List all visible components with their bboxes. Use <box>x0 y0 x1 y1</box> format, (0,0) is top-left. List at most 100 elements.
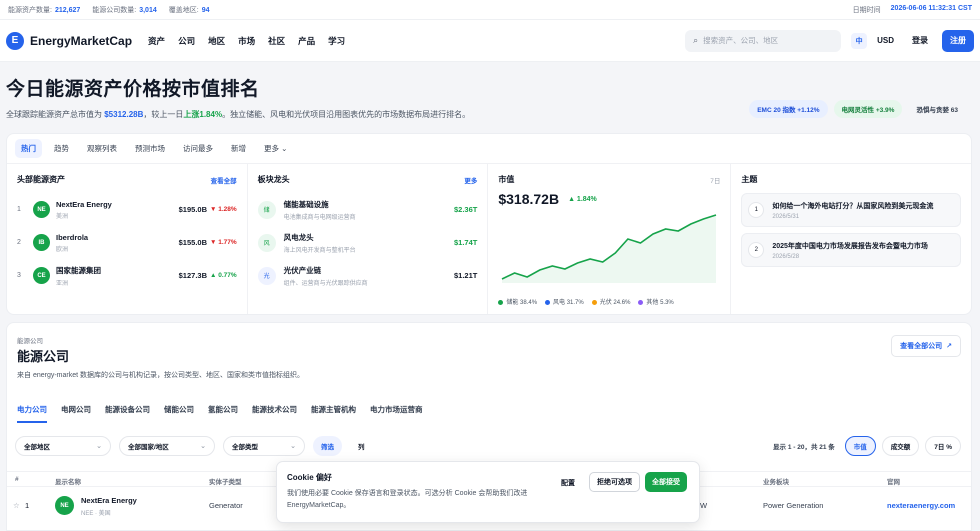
company-name[interactable]: NextEra Energy <box>81 496 137 505</box>
overview-tabs: 热门 趋势 观察列表 预测市场 访问最多 新增 更多 ⌄ <box>7 134 971 164</box>
company-type: Generator <box>209 501 243 510</box>
col-sector[interactable]: 业务板块 <box>763 476 789 486</box>
tab-more[interactable]: 更多 ⌄ <box>258 139 293 158</box>
top-assets-title: 头部能源资产 <box>17 175 65 184</box>
tab-storage-companies[interactable]: 储能公司 <box>164 404 194 423</box>
sector-value: $2.36T <box>453 205 478 214</box>
cookie-configure-button[interactable]: 配置 <box>561 478 575 488</box>
login-button[interactable]: 登录 <box>912 35 928 46</box>
view-controls: 显示 1 - 20，共 21 条 市值 成交额 7日 % <box>773 436 961 456</box>
nav-link-products[interactable]: 产品 <box>298 35 315 47</box>
nav-link-community[interactable]: 社区 <box>268 35 285 47</box>
asset-name: 国家能源集团 <box>56 265 101 275</box>
cookie-title: Cookie 偏好 <box>287 473 332 482</box>
tab-trending[interactable]: 趋势 <box>48 139 75 158</box>
type-select[interactable]: 全部类型 ⌄ <box>223 436 305 456</box>
list-item[interactable]: 1 NE NextEra Energy 美洲 $195.0B ▼ 1.28% <box>17 193 237 226</box>
sector-leaders-more[interactable]: 更多 <box>464 175 477 185</box>
asset-change: ▼ 1.28% <box>210 206 237 213</box>
col-type[interactable]: 实体子类型 <box>209 476 242 486</box>
list-item[interactable]: 3 CE 国家能源集团 亚洲 $127.3B ▲ 0.77% <box>17 259 237 292</box>
regions-stat: 覆盖地区: 94 <box>168 6 210 14</box>
grid-flex-pill[interactable]: 电网灵活性 +3.9% <box>833 100 903 118</box>
search-placeholder: 搜索资产、公司、地区 <box>703 36 779 45</box>
result-count: 显示 1 - 20，共 21 条 <box>773 444 835 451</box>
sector-value: $1.21T <box>453 271 478 280</box>
col-website[interactable]: 官网 <box>887 476 900 486</box>
nav-links: 资产 公司 地区 市场 社区 产品 学习 <box>148 35 345 47</box>
sector-desc: 电池集成商与电网级运营商 <box>283 214 356 221</box>
asset-value: $155.0B <box>178 238 207 247</box>
fear-greed-pill[interactable]: 恐惧与贪婪 63 <box>908 100 966 118</box>
language-toggle[interactable]: 中 <box>851 32 868 49</box>
tab-grid-companies[interactable]: 电网公司 <box>61 404 91 423</box>
nav-link-markets[interactable]: 市场 <box>238 35 255 47</box>
tab-watchlist[interactable]: 观察列表 <box>81 139 123 158</box>
hero: 今日能源资产价格按市值排名 全球跟踪能源资产总市值为 $5312.28B，较上一… <box>6 74 470 120</box>
topic-item[interactable]: 1 如何给一个海外电站打分？从国家风险到美元现金流 2026/5/31 <box>741 193 962 227</box>
tab-equipment-companies[interactable]: 能源设备公司 <box>105 404 150 423</box>
nav-link-assets[interactable]: 资产 <box>148 35 165 47</box>
filter-button[interactable]: 筛选 <box>313 436 342 456</box>
signup-button[interactable]: 注册 <box>942 29 974 52</box>
sector-leaders-panel: 板块龙头 更多 储 储能基础设施 电池集成商与电网级运营商 $2.36T 风 风电龙… <box>248 164 489 314</box>
cookie-description: 我们使用必要 Cookie 保存语言和登录状态。可选分析 Cookie 会帮助我… <box>287 490 528 509</box>
topics-title: 主题 <box>741 175 758 184</box>
list-item[interactable]: 2 IB Iberdrola 欧洲 $155.0B ▼ 1.77% <box>17 226 237 259</box>
company-website-link[interactable]: nexteraenergy.com <box>887 501 955 510</box>
list-item[interactable]: 风 风电龙头 海上风电开发商与整机平台 $1.74T <box>257 226 477 259</box>
tab-hot[interactable]: 热门 <box>15 139 42 158</box>
sort-volume[interactable]: 成交额 <box>881 436 920 456</box>
cookie-accept-button[interactable]: 全部接受 <box>645 472 687 492</box>
topic-date: 2026/5/28 <box>772 253 800 260</box>
tab-power-companies[interactable]: 电力公司 <box>17 404 47 423</box>
currency-selector[interactable]: USD <box>877 36 894 45</box>
emc20-pill[interactable]: EMC 20 指数 +1.12% <box>749 100 828 118</box>
hero-description: 全球跟踪能源资产总市值为 $5312.28B，较上一日上涨1.84%。独立储能、… <box>6 110 471 119</box>
columns-button[interactable]: 列 <box>350 436 373 456</box>
logo-icon[interactable]: E <box>6 31 24 50</box>
tab-prediction[interactable]: 预测市场 <box>129 139 171 158</box>
sector-desc: 海上风电开发商与整机平台 <box>283 247 356 254</box>
top-stats-bar: 能源资产数量: 212,627 能源公司数量: 3,014 覆盖地区: 94 日期时间… <box>0 0 980 20</box>
market-cap-chart <box>501 214 717 283</box>
period-selector[interactable]: 7日 <box>710 175 720 185</box>
col-name[interactable]: 显示名称 <box>55 476 81 486</box>
tab-hydrogen-companies[interactable]: 氢能公司 <box>208 404 238 423</box>
search-icon: ⌕ <box>693 35 699 45</box>
tab-new[interactable]: 新增 <box>225 139 252 158</box>
cookie-reject-button[interactable]: 拒绝可选项 <box>589 472 640 492</box>
view-all-companies-button[interactable]: 查看全部公司 ↗ <box>891 335 961 357</box>
country-select[interactable]: 全部国家/地区 ⌄ <box>119 436 215 456</box>
company-avatar: NE <box>55 496 74 515</box>
sort-market-cap[interactable]: 市值 <box>844 436 876 456</box>
asset-region: 欧洲 <box>56 246 69 253</box>
top-assets-panel: 头部能源资产 查看全部 1 NE NextEra Energy 美洲 $195.0B… <box>7 164 248 314</box>
star-icon[interactable]: ☆ <box>13 501 20 510</box>
topic-number: 1 <box>748 202 765 218</box>
tab-most-visited[interactable]: 访问最多 <box>177 139 219 158</box>
nav-link-companies[interactable]: 公司 <box>178 35 195 47</box>
tab-market-operators[interactable]: 电力市场运营商 <box>370 404 423 423</box>
sector-name: 光伏产业链 <box>283 265 322 275</box>
top-assets-view-all[interactable]: 查看全部 <box>211 175 237 185</box>
tab-tech-companies[interactable]: 能源技术公司 <box>252 404 297 423</box>
section-eyebrow: 能源公司 <box>17 338 43 345</box>
legend-item: 储能 38.4% <box>498 297 537 306</box>
brand-name[interactable]: EnergyMarketCap <box>30 34 132 48</box>
legend-dot <box>498 299 504 305</box>
sector-leaders-title: 板块龙头 <box>257 175 290 184</box>
list-item[interactable]: 储 储能基础设施 电池集成商与电网级运营商 $2.36T <box>257 193 478 226</box>
list-item[interactable]: 光 光伏产业链 组件、运营商与光伏跟踪供应商 $1.21T <box>257 259 478 292</box>
search-input[interactable]: ⌕ 搜索资产、公司、地区 <box>685 29 842 52</box>
nav-link-learn[interactable]: 学习 <box>328 35 345 47</box>
row-rank: 1 <box>25 501 30 510</box>
region-select[interactable]: 全部地区 ⌄ <box>15 436 111 456</box>
topic-item[interactable]: 2 2025年度中国电力市场发展报告发布会暨电力市场 2026/5/28 <box>741 233 962 267</box>
sort-7d[interactable]: 7日 % <box>925 436 961 456</box>
nav-link-regions[interactable]: 地区 <box>208 35 225 47</box>
asset-change: ▲ 0.77% <box>210 272 237 279</box>
topic-number: 2 <box>748 242 765 258</box>
tab-regulators[interactable]: 能源主管机构 <box>311 404 356 423</box>
wind-icon: 风 <box>257 233 276 252</box>
